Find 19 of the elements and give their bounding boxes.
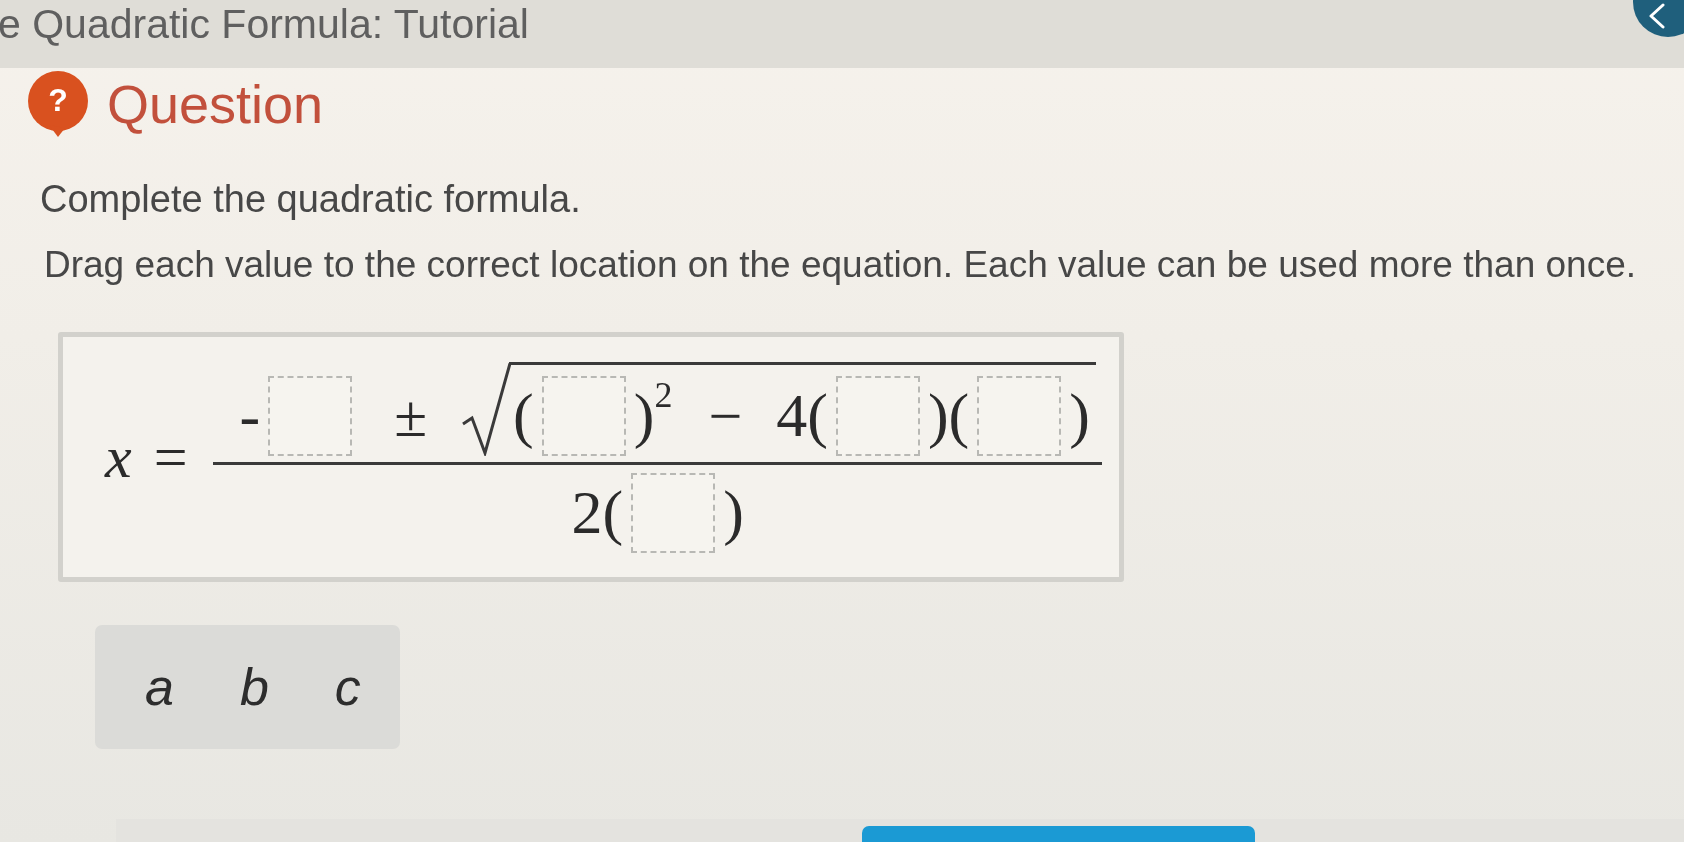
section-heading: Question <box>107 74 324 134</box>
formula-operator: ± <box>394 385 428 446</box>
drop-slot[interactable] <box>977 375 1062 456</box>
prompt-text: Complete the quadratic formula. <box>40 177 581 221</box>
drop-slot[interactable] <box>631 472 716 553</box>
drop-slot[interactable] <box>835 375 920 456</box>
chevron-left-icon <box>1648 3 1666 29</box>
instruction-text: Drag each value to the correct location on the equation. Each value can be used more than once. <box>44 243 1637 287</box>
drop-slot[interactable] <box>268 375 353 456</box>
value-tile[interactable]: a <box>139 657 180 717</box>
formula-variable: x <box>105 427 132 487</box>
equals-sign: = <box>153 427 188 487</box>
formula-operator: − <box>708 385 743 446</box>
value-tile[interactable]: c <box>328 657 367 717</box>
formula-term: - <box>239 383 261 446</box>
value-tile[interactable]: b <box>233 657 275 717</box>
page-title: e Quadratic Formula: Tutorial <box>0 0 529 47</box>
drop-slot[interactable] <box>541 375 626 456</box>
exponent: 2 <box>654 376 673 413</box>
